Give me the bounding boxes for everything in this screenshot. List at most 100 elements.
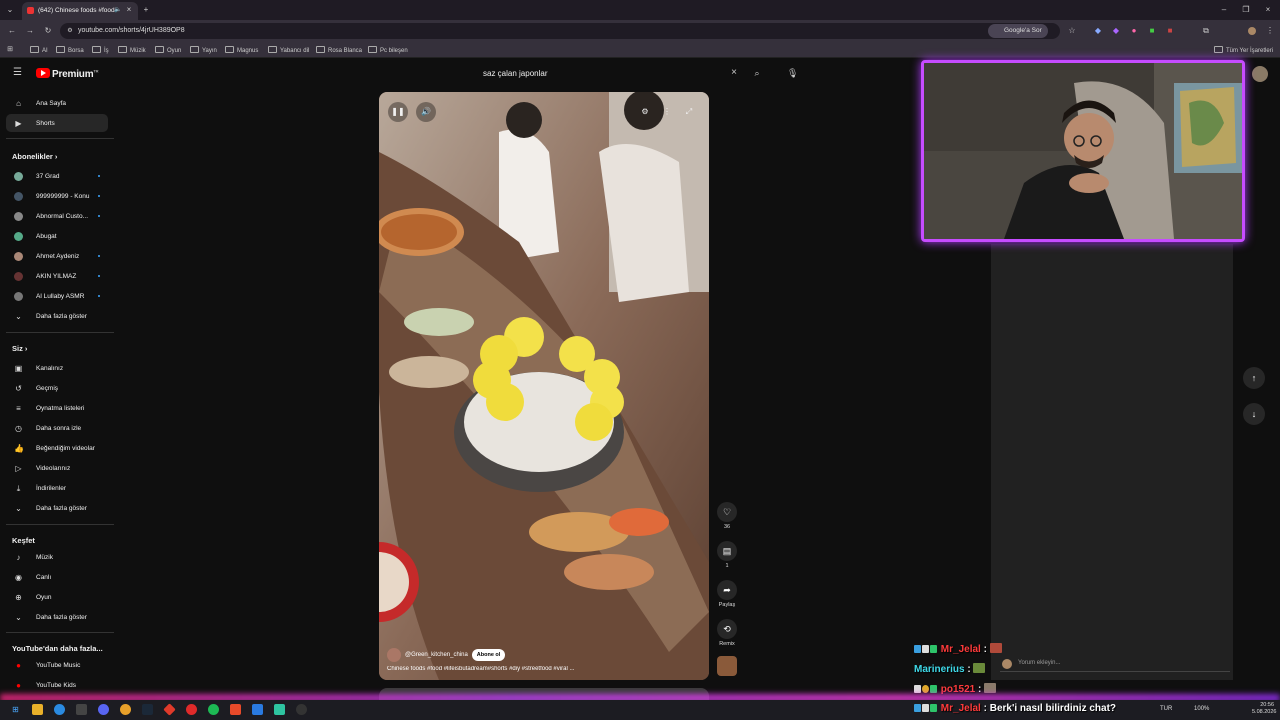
shorts-video-player[interactable]: ❚❚ 🔊 ⚙ ⋮ ⤢ @Green_kitchen_china Abone ol… bbox=[379, 92, 709, 680]
youtube-logo[interactable]: PremiumTR bbox=[36, 68, 99, 80]
sidebar-item-music[interactable]: ♪ Müzik bbox=[6, 548, 108, 566]
sidebar-item-gaming[interactable]: ⊕ Oyun bbox=[6, 588, 108, 606]
bookmark-folder[interactable]: Müzik bbox=[118, 46, 146, 54]
subscription-item[interactable]: Abugat bbox=[6, 227, 108, 245]
bookmark-folder[interactable]: Oyun bbox=[155, 46, 181, 54]
comments-button[interactable]: ▤ 1 bbox=[716, 541, 738, 569]
bookmark-folder[interactable]: Borsa bbox=[56, 46, 84, 54]
file-explorer-icon[interactable] bbox=[32, 704, 43, 715]
menu-dots-icon[interactable]: ⋮ bbox=[1266, 27, 1274, 35]
battery-level[interactable]: 100% bbox=[1194, 706, 1209, 712]
subscribe-button[interactable]: Abone ol bbox=[471, 649, 506, 661]
sound-thumbnail[interactable] bbox=[717, 656, 737, 676]
channel-avatar[interactable] bbox=[387, 648, 401, 662]
microphone-icon[interactable]: 🎙 bbox=[787, 69, 798, 78]
search-input[interactable]: saz çalan japonlar bbox=[476, 65, 746, 83]
settings-icon[interactable]: ⚙ bbox=[635, 102, 655, 122]
app-icon[interactable] bbox=[230, 704, 241, 715]
profile-avatar[interactable] bbox=[1248, 27, 1256, 35]
bookmark-folder[interactable]: Yabancı dil bbox=[268, 46, 309, 54]
subscription-item[interactable]: Abnormal Custo... bbox=[6, 207, 108, 225]
apps-grid-icon[interactable]: ⊞ bbox=[6, 46, 14, 54]
previous-short-button[interactable]: ↑ bbox=[1243, 367, 1265, 389]
show-more-you[interactable]: ⌄ Daha fazla göster bbox=[6, 499, 108, 517]
windows-start-icon[interactable]: ⊞ bbox=[10, 704, 21, 715]
new-tab-icon[interactable]: + bbox=[142, 6, 150, 14]
extension-icon[interactable]: ■ bbox=[1148, 27, 1156, 35]
sidebar-item-home[interactable]: ⌂ Ana Sayfa bbox=[6, 94, 108, 112]
comment-input[interactable]: Yorum ekleyin... bbox=[1000, 659, 1230, 672]
extension-icon[interactable]: ■ bbox=[1166, 27, 1174, 35]
store-icon[interactable] bbox=[76, 704, 87, 715]
sidebar-item-live[interactable]: ◉ Canlı bbox=[6, 568, 108, 586]
edge-icon[interactable] bbox=[54, 704, 65, 715]
sidebar-item-watch-later[interactable]: ◷ Daha sonra izle bbox=[6, 419, 108, 437]
reload-icon[interactable]: ↻ bbox=[44, 27, 52, 35]
you-header[interactable]: Siz › bbox=[12, 344, 27, 353]
remix-button[interactable]: ⟲ Remix bbox=[716, 619, 738, 647]
channel-name[interactable]: @Green_kitchen_china bbox=[405, 652, 468, 658]
extension-icon[interactable]: ● bbox=[1130, 27, 1138, 35]
bookmark-star-icon[interactable]: ☆ bbox=[1068, 27, 1076, 35]
forward-icon[interactable]: → bbox=[26, 27, 34, 35]
sidebar-item-downloads[interactable]: ⤓ İndirilenler bbox=[6, 479, 108, 497]
subscriptions-header[interactable]: Abonelikler › bbox=[12, 152, 57, 161]
search-icon[interactable]: ⌕ bbox=[753, 69, 761, 78]
all-bookmarks-folder[interactable]: Tüm Yer İşaretleri bbox=[1214, 46, 1273, 54]
extension-icon[interactable]: ◆ bbox=[1112, 27, 1120, 35]
subscription-item[interactable]: AKIN YILMAZ bbox=[6, 267, 108, 285]
account-avatar[interactable] bbox=[1252, 66, 1268, 82]
subscription-item[interactable]: Al Lullaby ASMR bbox=[6, 287, 108, 305]
chrome-icon[interactable] bbox=[120, 704, 131, 715]
site-info-icon[interactable]: ⚙ bbox=[66, 27, 74, 35]
bookmark-folder[interactable]: AI bbox=[30, 46, 48, 54]
steam-icon[interactable] bbox=[142, 704, 153, 715]
sidebar-item-your-videos[interactable]: ▷ Videolarınız bbox=[6, 459, 108, 477]
spotify-icon[interactable] bbox=[208, 704, 219, 715]
subscription-item[interactable]: 37 Grad bbox=[6, 167, 108, 185]
tab-search-icon[interactable]: ⌄ bbox=[6, 6, 14, 14]
fullscreen-icon[interactable]: ⤢ bbox=[679, 102, 699, 122]
sidebar-item-history[interactable]: ↺ Geçmiş bbox=[6, 379, 108, 397]
sidebar-item-shorts[interactable]: ▶ Shorts bbox=[6, 114, 108, 132]
more-options-icon[interactable]: ⋮ bbox=[657, 102, 677, 122]
clear-search-icon[interactable]: × bbox=[730, 68, 738, 78]
volume-icon[interactable]: 🔊 bbox=[416, 102, 436, 122]
taskbar-clock[interactable]: 20:56 5.08.2026 bbox=[1252, 702, 1276, 716]
opera-icon[interactable] bbox=[186, 704, 197, 715]
url-input[interactable]: ⚙ youtube.com/shorts/4jrUH389OP8 bbox=[60, 23, 1060, 39]
like-button[interactable]: ♡ 36 bbox=[716, 502, 738, 530]
pause-icon[interactable]: ❚❚ bbox=[388, 102, 408, 122]
language-indicator[interactable]: TUR bbox=[1160, 706, 1172, 712]
hamburger-menu-icon[interactable]: ☰ bbox=[13, 68, 22, 78]
tab-mute-icon[interactable]: 🔈 bbox=[114, 6, 122, 14]
back-icon[interactable]: ← bbox=[8, 27, 16, 35]
sidebar-item-youtube-music[interactable]: ● YouTube Music bbox=[6, 656, 108, 674]
app-icon[interactable] bbox=[274, 704, 285, 715]
show-more-subscriptions[interactable]: ⌄ Daha fazla göster bbox=[6, 307, 108, 325]
vscode-icon[interactable] bbox=[252, 704, 263, 715]
sidebar-item-liked-videos[interactable]: 👍 Beğendiğim videolar bbox=[6, 439, 108, 457]
share-button[interactable]: ➦ Paylaş bbox=[716, 580, 738, 608]
tab-close-icon[interactable]: × bbox=[125, 6, 133, 14]
show-more-explore[interactable]: ⌄ Daha fazla göster bbox=[6, 608, 108, 626]
subscription-item[interactable]: 999999999 - Konu bbox=[6, 187, 108, 205]
google-ask-button[interactable]: Google'a Sor bbox=[988, 24, 1048, 38]
extension-icon[interactable]: ◆ bbox=[1094, 27, 1102, 35]
maximize-icon[interactable]: ❐ bbox=[1242, 6, 1250, 14]
video-title[interactable]: Chinese foods #food #lifeisbutadream#sho… bbox=[387, 666, 707, 672]
bookmark-folder[interactable]: Rosa Blanca bbox=[316, 46, 362, 54]
window-close-icon[interactable]: × bbox=[1264, 6, 1272, 14]
bookmark-folder[interactable]: Yayın bbox=[190, 46, 217, 54]
bookmark-folder[interactable]: Magnus bbox=[225, 46, 258, 54]
extensions-puzzle-icon[interactable]: ⧉ bbox=[1202, 27, 1210, 35]
next-short-button[interactable]: ↓ bbox=[1243, 403, 1265, 425]
obs-icon[interactable] bbox=[296, 704, 307, 715]
discord-icon[interactable] bbox=[98, 704, 109, 715]
sidebar-item-your-channel[interactable]: ▣ Kanalınız bbox=[6, 359, 108, 377]
sidebar-item-playlists[interactable]: ≡ Oynatma listeleri bbox=[6, 399, 108, 417]
sidebar-item-youtube-kids[interactable]: ● YouTube Kids bbox=[6, 676, 108, 694]
bookmark-folder[interactable]: İş bbox=[92, 46, 109, 54]
minimize-icon[interactable]: – bbox=[1220, 6, 1228, 14]
subscription-item[interactable]: Ahmet Aydeniz bbox=[6, 247, 108, 265]
